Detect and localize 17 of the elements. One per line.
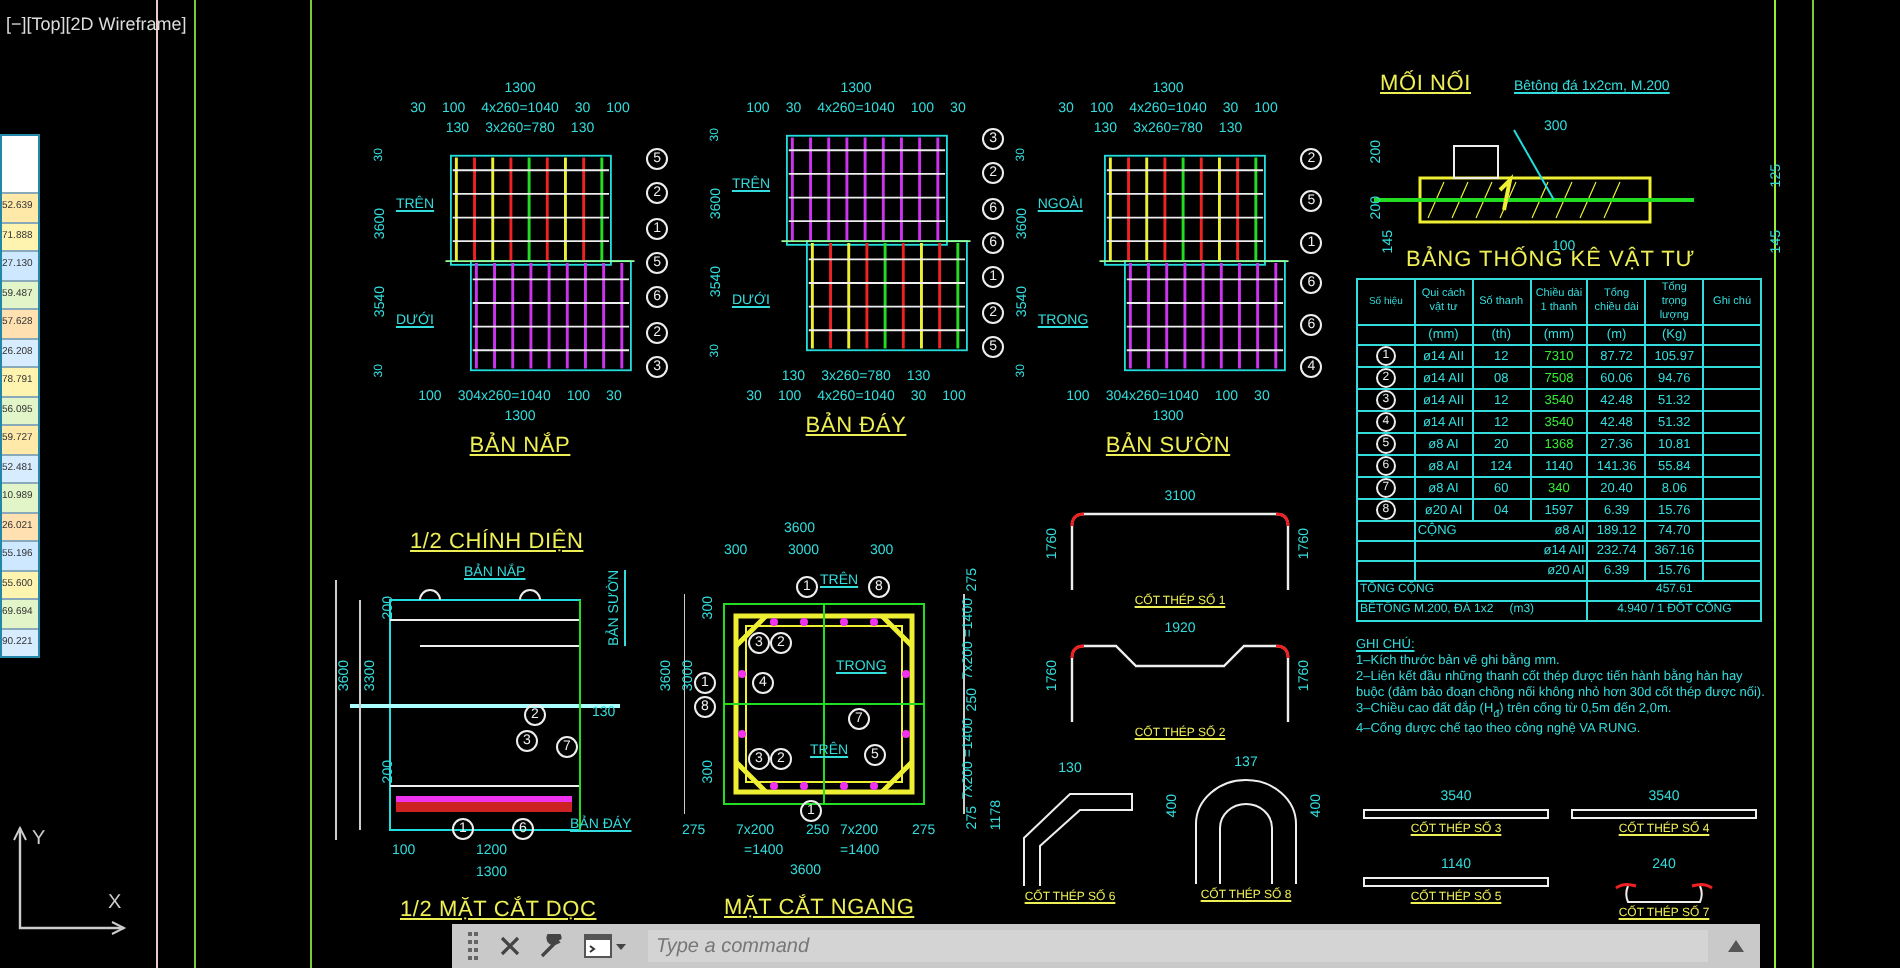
drawing-title: 1/2 MẶT CẮT DỌC xyxy=(400,898,597,922)
table-title: BẢNG THỐNG KÊ VẬT TƯ xyxy=(1406,248,1696,272)
caret-up-icon[interactable] xyxy=(1728,940,1744,952)
command-prompt-icon[interactable] xyxy=(584,934,628,958)
ucs-axes-icon xyxy=(8,824,128,936)
drawing-title: MỐI NỐI xyxy=(1380,72,1471,96)
drawing-title: BẢN SƯỜN xyxy=(1105,434,1231,458)
axis-label: Y xyxy=(32,828,46,850)
drawing-title: BẢN ĐÁY xyxy=(805,414,907,438)
close-icon[interactable] xyxy=(500,936,520,956)
axis-label: X xyxy=(108,892,122,914)
command-input[interactable]: Type a command xyxy=(648,930,1708,962)
drawing-title: BẢN NẮP xyxy=(469,434,571,458)
grip-icon xyxy=(468,932,480,960)
wrench-icon[interactable] xyxy=(540,934,564,958)
drawing-title: 1/2 CHÍNH DIỆN xyxy=(410,530,584,554)
drawing-title: MẶT CẮT NGANG xyxy=(724,896,915,920)
